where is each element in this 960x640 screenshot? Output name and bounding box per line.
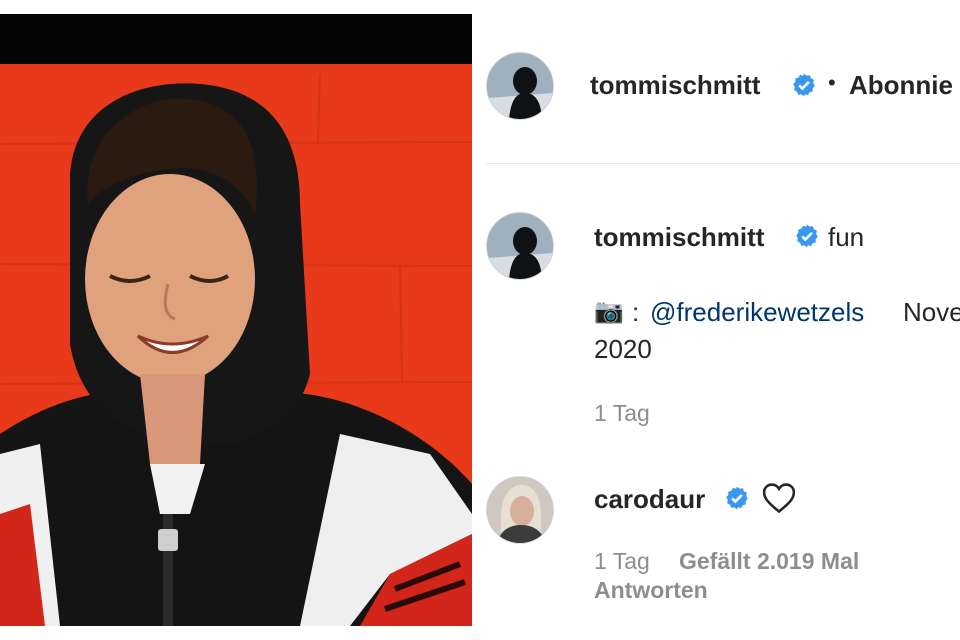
post-side-panel: tommischmitt • Abonnie tommischmitt fun … (472, 0, 960, 640)
reply-button[interactable]: Antworten (594, 577, 708, 604)
avatar-portrait-icon (487, 477, 553, 543)
caption-text: fun (828, 222, 865, 252)
comment-avatar[interactable] (486, 476, 554, 544)
person-illustration (0, 73, 472, 626)
verified-badge-icon (793, 73, 815, 97)
caption-date-tail: Nove (903, 297, 960, 327)
verified-badge-icon (726, 486, 748, 510)
comment-likes-count[interactable]: Gefällt 2.019 Mal (679, 548, 859, 575)
comment-username[interactable]: carodaur (594, 484, 705, 515)
header-separator: • (828, 70, 836, 95)
heart-outline-icon[interactable] (762, 482, 796, 514)
caption-colon: : (632, 297, 640, 327)
avatar-silhouette-icon (487, 53, 553, 119)
caption-username[interactable]: tommischmitt (594, 222, 764, 253)
comment-time-ago[interactable]: 1 Tag (594, 548, 650, 575)
caption-avatar[interactable] (486, 212, 554, 280)
caption-time-ago[interactable]: 1 Tag (594, 400, 650, 427)
header-username[interactable]: tommischmitt (590, 70, 760, 101)
camera-emoji: 📷 (594, 298, 624, 325)
avatar-silhouette-icon (487, 213, 553, 279)
post-photo[interactable] (0, 14, 472, 626)
follow-button[interactable]: Abonnie (849, 70, 953, 101)
caption-mention-link[interactable]: @frederikewetzels (650, 297, 864, 328)
header-avatar[interactable] (486, 52, 554, 120)
header-divider (486, 163, 960, 164)
verified-badge-icon (796, 224, 818, 248)
caption-date-year: 2020 (594, 334, 652, 364)
